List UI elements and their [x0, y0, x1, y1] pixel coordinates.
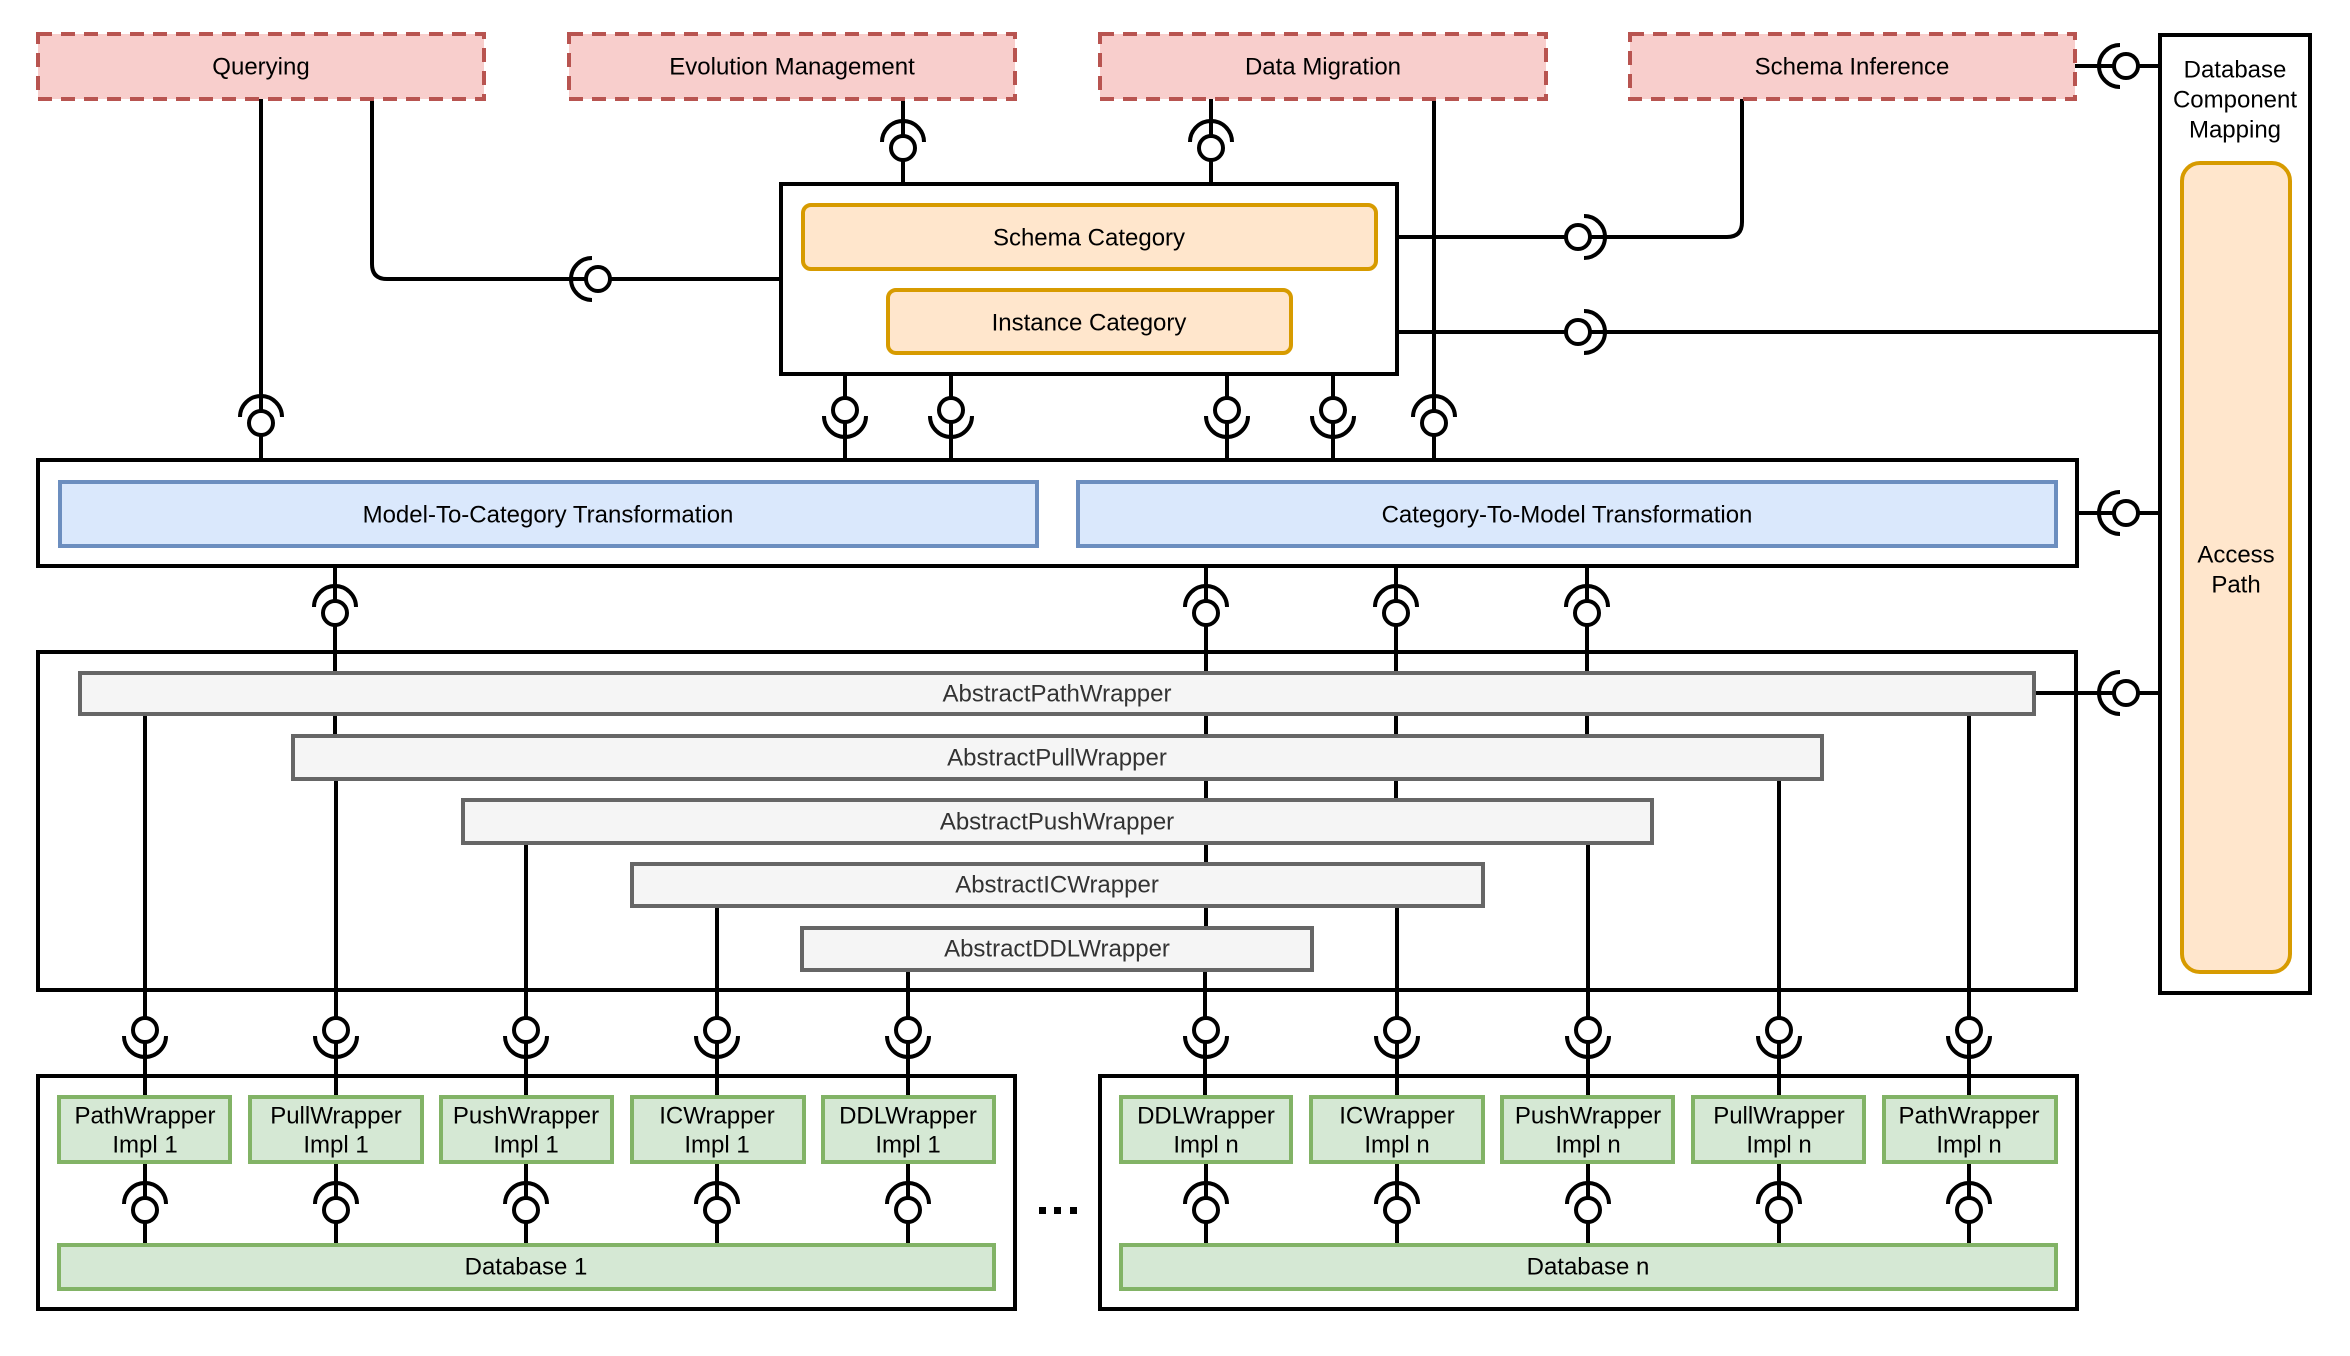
ball-icon	[1319, 396, 1347, 424]
impl-label: PathWrapper	[1899, 1102, 2040, 1129]
transformation-layer: Model-To-Category Transformation Categor…	[36, 458, 2079, 568]
ball-icon	[1383, 1196, 1411, 1224]
app-label-schema-inference: Schema Inference	[1755, 53, 1950, 80]
ball-icon	[584, 265, 612, 293]
ball-icon	[2112, 52, 2140, 80]
ball-icon	[1420, 409, 1448, 437]
abstract-path-wrapper-label: AbstractPathWrapper	[943, 680, 1172, 707]
wire-schema-inference	[1376, 99, 1744, 239]
database-n-label: Database n	[1527, 1253, 1650, 1280]
impl-label: Impl 1	[684, 1131, 749, 1158]
ball-icon	[321, 599, 349, 627]
ball-icon	[1573, 599, 1601, 627]
mapping-title-line: Mapping	[2189, 116, 2281, 143]
schema-category-label: Schema Category	[993, 224, 1185, 251]
ball-icon	[1574, 1016, 1602, 1044]
ball-icon	[1192, 1016, 1220, 1044]
impl-label: PushWrapper	[1515, 1102, 1661, 1129]
ball-icon	[1765, 1016, 1793, 1044]
ball-icon	[1955, 1016, 1983, 1044]
ball-icon	[889, 134, 917, 162]
impl-label: Impl 1	[875, 1131, 940, 1158]
abstract-pull-wrapper-label: AbstractPullWrapper	[947, 744, 1167, 771]
mapping-title-line: Database	[2184, 56, 2287, 83]
ball-icon	[1765, 1196, 1793, 1224]
wrapper-layer: AbstractPathWrapper AbstractPullWrapper …	[36, 650, 2078, 992]
ball-icon	[703, 1016, 731, 1044]
impl-label: PullWrapper	[1713, 1102, 1845, 1129]
abstract-push-wrapper-label: AbstractPushWrapper	[940, 808, 1174, 835]
impl-label: Impl n	[1746, 1131, 1811, 1158]
ball-icon	[1955, 1196, 1983, 1224]
ball-icon	[1564, 318, 1592, 346]
ball-icon	[1197, 134, 1225, 162]
application-layer: Querying Evolution Management Data Migra…	[36, 32, 2077, 101]
impl-label: ICWrapper	[1339, 1102, 1455, 1129]
ball-icon	[131, 1016, 159, 1044]
impl-label: Impl n	[1555, 1131, 1620, 1158]
ball-icon	[322, 1016, 350, 1044]
ball-icon	[831, 396, 859, 424]
impl-label: Impl n	[1173, 1131, 1238, 1158]
abstract-ic-wrapper-label: AbstractICWrapper	[955, 871, 1159, 898]
wire-querying-category	[370, 99, 781, 281]
category-to-model-label: Category-To-Model Transformation	[1382, 501, 1753, 528]
ball-icon	[2112, 679, 2140, 707]
ball-icon	[131, 1196, 159, 1224]
impl-label: Impl 1	[112, 1131, 177, 1158]
ball-icon	[894, 1016, 922, 1044]
impl-label: Impl 1	[303, 1131, 368, 1158]
impl-label: PullWrapper	[270, 1102, 402, 1129]
ball-icon	[1564, 223, 1592, 251]
database-1-label: Database 1	[465, 1253, 588, 1280]
ball-icon	[1192, 1196, 1220, 1224]
architecture-diagram: Querying Evolution Management Data Migra…	[36, 32, 2312, 1311]
impl-label: DDLWrapper	[839, 1102, 977, 1129]
abstract-ddl-wrapper-label: AbstractDDLWrapper	[944, 935, 1170, 962]
impl-label: Impl n	[1364, 1131, 1429, 1158]
app-label-evolution-management: Evolution Management	[669, 53, 915, 80]
ball-icon	[512, 1016, 540, 1044]
impl-label: DDLWrapper	[1137, 1102, 1275, 1129]
impl-label: PathWrapper	[75, 1102, 216, 1129]
ellipsis-icon	[1039, 1207, 1077, 1214]
ball-icon	[322, 1196, 350, 1224]
impl-label: Impl 1	[493, 1131, 558, 1158]
mapping-title-line: Component	[2173, 86, 2297, 113]
ball-icon	[2112, 499, 2140, 527]
impl-label: Impl n	[1936, 1131, 2001, 1158]
ball-icon	[512, 1196, 540, 1224]
app-label-data-migration: Data Migration	[1245, 53, 1401, 80]
ball-icon	[703, 1196, 731, 1224]
ball-icon	[1382, 599, 1410, 627]
ball-icon	[894, 1196, 922, 1224]
ball-icon	[247, 409, 275, 437]
impl-label: PushWrapper	[453, 1102, 599, 1129]
ball-icon	[1383, 1016, 1411, 1044]
model-to-category-label: Model-To-Category Transformation	[363, 501, 734, 528]
app-label-querying: Querying	[212, 53, 309, 80]
access-path-label-line: Path	[2211, 571, 2260, 598]
instance-category-label: Instance Category	[992, 309, 1187, 336]
ball-icon	[1574, 1196, 1602, 1224]
mapping-layer: Database Component Mapping Access Path	[2158, 33, 2312, 995]
impl-label: ICWrapper	[659, 1102, 775, 1129]
ball-icon	[937, 396, 965, 424]
ball-icon	[1192, 599, 1220, 627]
ball-icon	[1213, 396, 1241, 424]
access-path-label-line: Access	[2197, 541, 2274, 568]
category-layer: Schema Category Instance Category	[779, 182, 1399, 376]
